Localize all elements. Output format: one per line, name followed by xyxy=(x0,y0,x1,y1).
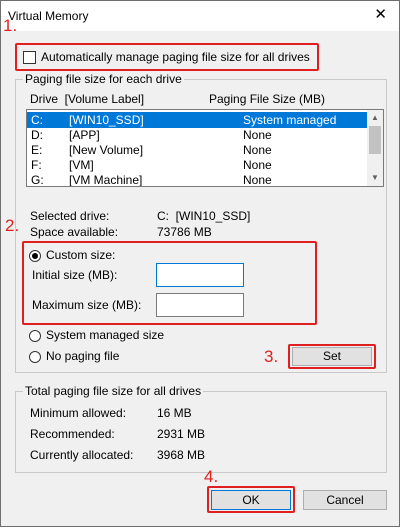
annotation-step-1: 1. xyxy=(3,16,18,35)
minimum-allowed-label: Minimum allowed: xyxy=(30,406,127,420)
annotation-step-2: 2. xyxy=(5,216,20,235)
drive-row[interactable]: G: [VM Machine] None xyxy=(27,172,367,186)
annotation-step-3: 3. xyxy=(264,347,279,366)
drive-list[interactable]: C: [WIN10_SSD] System managed D: [APP] N… xyxy=(26,109,384,187)
drive-list-scrollbar[interactable]: ▲ ▼ xyxy=(367,110,383,186)
selected-drive-value: C: [WIN10_SSD] xyxy=(157,209,251,223)
virtual-memory-dialog: Virtual Memory ✕ 1. Automatically manage… xyxy=(0,0,400,527)
ok-button[interactable]: OK xyxy=(211,490,291,510)
scroll-up-icon[interactable]: ▲ xyxy=(367,110,383,126)
space-available-label: Space available: xyxy=(30,225,119,239)
close-icon[interactable]: ✕ xyxy=(374,7,387,23)
currently-allocated-value: 3968 MB xyxy=(157,448,206,462)
initial-size-input[interactable] xyxy=(156,263,244,287)
initial-size-label: Initial size (MB): xyxy=(32,268,118,282)
title-bar: Virtual Memory ✕ xyxy=(1,1,399,31)
recommended-value: 2931 MB xyxy=(157,427,206,441)
recommended-label: Recommended: xyxy=(30,427,115,441)
no-paging-radio[interactable] xyxy=(29,351,41,363)
annotation-step-4: 4. xyxy=(204,467,219,486)
drive-row[interactable]: E: [New Volume] None xyxy=(27,142,367,158)
currently-allocated-label: Currently allocated: xyxy=(30,448,134,462)
auto-manage-label: Automatically manage paging file size fo… xyxy=(41,50,310,64)
total-group-title: Total paging file size for all drives xyxy=(23,384,204,398)
scroll-thumb[interactable] xyxy=(369,126,381,154)
drive-row[interactable]: F: [VM] None xyxy=(27,157,367,173)
column-header-size: Paging File Size (MB) xyxy=(209,92,326,106)
no-paging-label: No paging file xyxy=(46,349,120,363)
drive-row[interactable]: C: [WIN10_SSD] System managed xyxy=(27,112,367,128)
space-available-value: 73786 MB xyxy=(157,225,212,239)
drive-row[interactable]: D: [APP] None xyxy=(27,127,367,143)
custom-size-label: Custom size: xyxy=(46,248,116,262)
window-title: Virtual Memory xyxy=(8,9,89,23)
system-managed-radio[interactable] xyxy=(29,330,41,342)
scroll-down-icon[interactable]: ▼ xyxy=(367,170,383,186)
custom-size-radio[interactable] xyxy=(29,250,41,262)
paging-group-title: Paging file size for each drive xyxy=(23,72,184,86)
selected-drive-label: Selected drive: xyxy=(30,209,110,223)
maximum-size-input[interactable] xyxy=(156,293,244,317)
maximum-size-label: Maximum size (MB): xyxy=(32,298,142,312)
minimum-allowed-value: 16 MB xyxy=(157,406,192,420)
cancel-button[interactable]: Cancel xyxy=(303,490,387,510)
column-header-drive: Drive [Volume Label] xyxy=(30,92,145,106)
set-button[interactable]: Set xyxy=(292,347,372,366)
system-managed-label: System managed size xyxy=(46,328,165,342)
auto-manage-checkbox[interactable] xyxy=(23,51,36,64)
